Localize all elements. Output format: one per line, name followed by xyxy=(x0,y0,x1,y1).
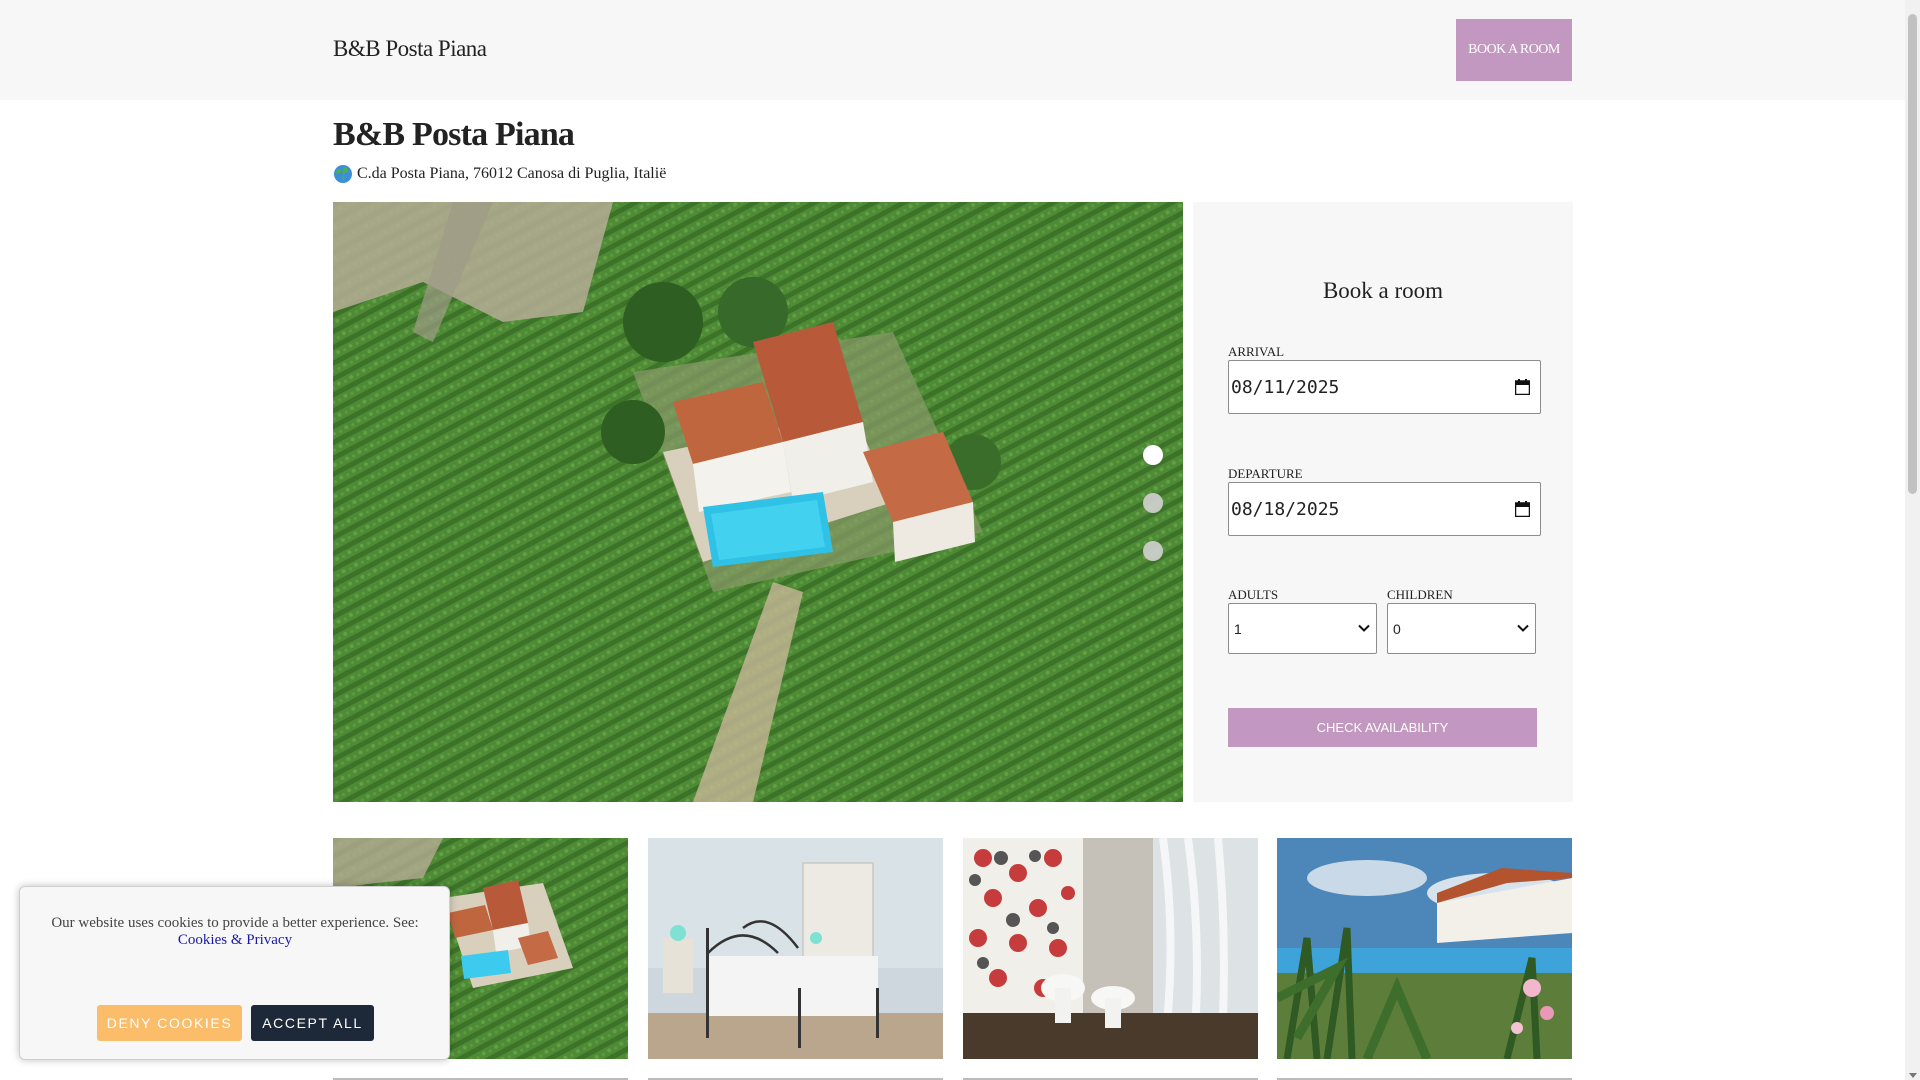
hero-image xyxy=(333,202,1183,802)
scrollbar-thumb[interactable] xyxy=(1908,14,1917,494)
cookie-banner: Our website uses cookies to provide a be… xyxy=(19,886,450,1060)
gallery-thumb-bathroom[interactable] xyxy=(963,838,1258,1059)
scroll-down-arrow-icon[interactable] xyxy=(1909,1073,1917,1078)
chevron-down-icon xyxy=(1358,624,1370,632)
book-room-button[interactable]: BOOK A ROOM xyxy=(1456,19,1572,81)
gallery-image xyxy=(648,838,943,1059)
hero-carousel[interactable] xyxy=(333,202,1183,802)
gallery-thumb-pool[interactable] xyxy=(1277,838,1572,1059)
adults-value: 1 xyxy=(1234,620,1242,637)
arrival-label: ARRIVAL xyxy=(1228,344,1285,359)
address-text: C.da Posta Piana, 76012 Canosa di Puglia… xyxy=(357,165,667,182)
carousel-dots xyxy=(1143,445,1163,561)
address: C.da Posta Piana, 76012 Canosa di Puglia… xyxy=(333,164,666,184)
globe-icon xyxy=(334,165,352,183)
site-brand[interactable]: B&B Posta Piana xyxy=(333,36,487,62)
adults-select[interactable]: 1 xyxy=(1228,603,1377,654)
cookie-message: Our website uses cookies to provide a be… xyxy=(51,915,419,931)
departure-label: DEPARTURE xyxy=(1228,466,1303,481)
adults-label: ADULTS xyxy=(1228,587,1279,602)
gallery-image xyxy=(963,838,1258,1059)
page-title: B&B Posta Piana xyxy=(333,116,575,153)
departure-date-value: 08/18/2025 xyxy=(1231,498,1340,520)
booking-title: Book a room xyxy=(1322,278,1444,303)
gallery-thumb-bedroom[interactable] xyxy=(648,838,943,1059)
departure-date-input[interactable]: 08/18/2025 xyxy=(1228,482,1541,536)
calendar-icon[interactable] xyxy=(1515,379,1530,395)
calendar-icon[interactable] xyxy=(1515,501,1530,517)
children-label: CHILDREN xyxy=(1387,587,1453,602)
gallery-image xyxy=(1277,838,1572,1059)
page-scrollbar[interactable] xyxy=(1905,0,1920,1080)
accept-all-button[interactable]: ACCEPT ALL xyxy=(251,1005,374,1041)
cookie-text: Our website uses cookies to provide a be… xyxy=(40,915,430,949)
carousel-dot-1[interactable] xyxy=(1143,445,1163,465)
booking-panel: Book a room ARRIVAL 08/11/2025 DEPARTURE… xyxy=(1193,202,1573,802)
cookie-privacy-link[interactable]: Cookies & Privacy xyxy=(178,932,292,948)
deny-cookies-button[interactable]: DENY COOKIES xyxy=(97,1005,242,1041)
children-value: 0 xyxy=(1393,620,1401,637)
arrival-date-input[interactable]: 08/11/2025 xyxy=(1228,360,1541,414)
site-header: B&B Posta Piana BOOK A ROOM xyxy=(0,0,1905,100)
children-select[interactable]: 0 xyxy=(1387,603,1536,654)
arrival-date-value: 08/11/2025 xyxy=(1231,376,1340,398)
check-availability-button[interactable]: CHECK AVAILABILITY xyxy=(1228,708,1537,747)
chevron-down-icon xyxy=(1517,624,1529,632)
carousel-dot-2[interactable] xyxy=(1143,493,1163,513)
carousel-dot-3[interactable] xyxy=(1143,541,1163,561)
